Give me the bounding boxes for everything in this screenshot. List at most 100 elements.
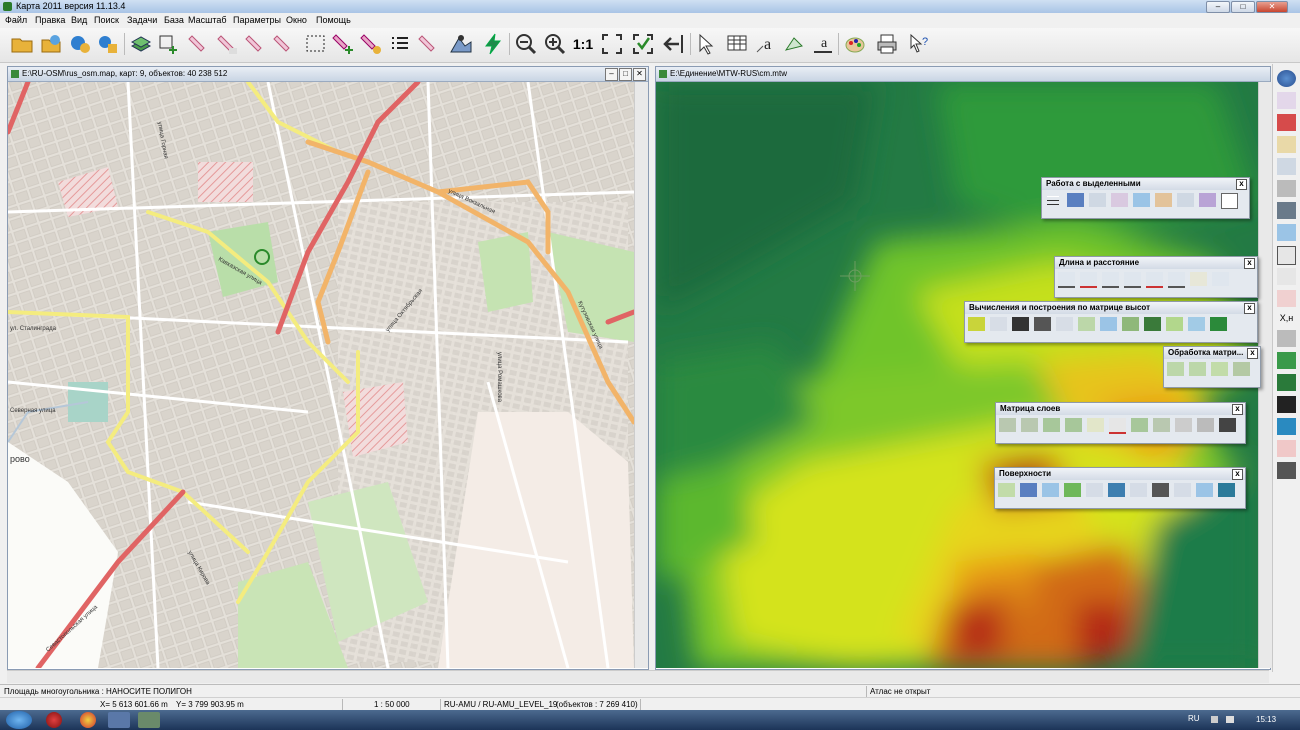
rotate-icon[interactable] [782, 32, 806, 56]
copy-icon[interactable] [1089, 193, 1106, 207]
tool-1-icon[interactable] [186, 32, 210, 56]
angle-icon[interactable] [1212, 272, 1229, 286]
table-icon[interactable] [725, 32, 749, 56]
profile-chart-icon[interactable] [1034, 317, 1051, 331]
surface-7-icon[interactable] [1152, 483, 1169, 497]
menu-file[interactable]: Файл [5, 15, 27, 25]
doc-maximize-button[interactable]: □ [619, 68, 632, 81]
menu-edit[interactable]: Правка [35, 15, 65, 25]
start-button[interactable] [6, 711, 32, 729]
zone-icon[interactable] [1078, 317, 1095, 331]
network-icon[interactable] [1277, 440, 1296, 457]
opera-icon[interactable] [46, 712, 62, 728]
horizontal-scrollbar[interactable] [7, 670, 1269, 683]
terrain-icon[interactable] [1277, 352, 1296, 369]
list-icon[interactable] [388, 32, 412, 56]
surface-icon[interactable] [1166, 317, 1183, 331]
layer-1-icon[interactable] [999, 418, 1016, 432]
menu-parameters[interactable]: Параметры [233, 15, 281, 25]
table-grid-icon[interactable] [1277, 462, 1296, 479]
palette-icon[interactable] [843, 32, 867, 56]
cross-line-icon[interactable] [1277, 290, 1296, 307]
panel-close-button[interactable]: x [1247, 348, 1258, 359]
relief-icon[interactable] [1188, 317, 1205, 331]
select-rect-icon[interactable] [304, 32, 328, 56]
section-icon[interactable] [1012, 317, 1029, 331]
chrome-icon[interactable] [80, 712, 96, 728]
process-2-icon[interactable] [1189, 362, 1206, 376]
surface-export-icon[interactable] [1218, 483, 1235, 497]
close-button[interactable]: ✕ [1256, 1, 1288, 13]
surface-3-icon[interactable] [1064, 483, 1081, 497]
process-3-icon[interactable] [1211, 362, 1228, 376]
measure-icon[interactable] [1168, 272, 1185, 288]
minimize-button[interactable]: – [1206, 1, 1230, 13]
zoom-out-icon[interactable] [514, 32, 538, 56]
open-folder-icon[interactable] [10, 32, 34, 56]
zoom-1-1-button[interactable]: 1:1 [571, 32, 595, 56]
cut-object-icon[interactable] [359, 32, 383, 56]
fence-icon[interactable] [1277, 268, 1296, 285]
menu-window[interactable]: Окно [286, 15, 307, 25]
tool-2-icon[interactable] [215, 32, 239, 56]
stack-icon[interactable] [1277, 202, 1296, 219]
perimeter-icon[interactable] [1124, 272, 1141, 288]
globe-icon[interactable] [1277, 70, 1296, 87]
grid-icon[interactable] [1277, 246, 1296, 265]
zoom-fit-icon[interactable] [600, 32, 624, 56]
surface-6-icon[interactable] [1130, 483, 1147, 497]
layer-3-icon[interactable] [1043, 418, 1060, 432]
move-icon[interactable] [1111, 193, 1128, 207]
open-map-icon[interactable] [39, 32, 63, 56]
list-icon[interactable] [1045, 193, 1062, 207]
layer-9-icon[interactable] [1197, 418, 1214, 432]
doc-minimize-button[interactable]: – [605, 68, 618, 81]
panel-close-button[interactable]: x [1236, 179, 1247, 190]
edit-map-icon[interactable] [129, 32, 153, 56]
layer-6-icon[interactable] [1131, 418, 1148, 432]
profile-icon[interactable] [1190, 272, 1207, 286]
volume-icon[interactable] [1122, 317, 1139, 331]
tool-3-icon[interactable] [243, 32, 267, 56]
lightning-icon[interactable] [481, 32, 505, 56]
panel-close-button[interactable]: x [1232, 404, 1243, 415]
slope-icon[interactable] [990, 317, 1007, 331]
print-icon[interactable] [875, 32, 899, 56]
open-layers-icon[interactable] [96, 32, 120, 56]
add-point-icon[interactable] [331, 32, 355, 56]
surface-5-icon[interactable] [1108, 483, 1125, 497]
layer-4-icon[interactable] [1065, 418, 1082, 432]
menu-tasks[interactable]: Задачи [127, 15, 157, 25]
map-layers-icon[interactable] [1277, 418, 1296, 435]
osm-map-canvas[interactable]: ул. Сталинграда Северная улица рово Сева… [8, 82, 634, 668]
split-icon[interactable] [1177, 193, 1194, 207]
xyh-icon[interactable]: X,н [1277, 310, 1296, 327]
merge-icon[interactable] [1155, 193, 1172, 207]
language-indicator[interactable]: RU [1188, 714, 1200, 723]
matrix-icon[interactable] [1277, 396, 1296, 413]
list-edit-icon[interactable] [1067, 193, 1084, 207]
surface-4-icon[interactable] [1086, 483, 1103, 497]
flood-icon[interactable] [1100, 317, 1117, 331]
menu-search[interactable]: Поиск [94, 15, 119, 25]
visibility-icon[interactable] [1056, 317, 1073, 331]
book-icon[interactable] [1277, 114, 1296, 131]
map-task-icon[interactable] [138, 712, 160, 728]
menu-view[interactable]: Вид [71, 15, 87, 25]
layer-5-icon[interactable] [1087, 418, 1104, 432]
tool-4-icon[interactable] [271, 32, 295, 56]
spatial-analysis-icon[interactable] [449, 32, 473, 56]
text-a-icon[interactable]: a [754, 32, 778, 56]
check-mark-icon[interactable] [631, 32, 655, 56]
maximize-button[interactable]: □ [1231, 1, 1255, 13]
water-icon[interactable] [1277, 224, 1296, 241]
osm-vertical-scrollbar[interactable] [634, 82, 648, 668]
edit-vertices-icon[interactable] [1277, 92, 1296, 109]
surface-1-icon[interactable] [998, 483, 1015, 497]
block-icon[interactable] [1277, 330, 1296, 347]
height-icon[interactable] [968, 317, 985, 331]
chart-icon[interactable] [1133, 193, 1150, 207]
length-icon[interactable] [1058, 272, 1075, 288]
help-icon[interactable]: ? [907, 32, 931, 56]
pointer-icon[interactable] [694, 32, 718, 56]
